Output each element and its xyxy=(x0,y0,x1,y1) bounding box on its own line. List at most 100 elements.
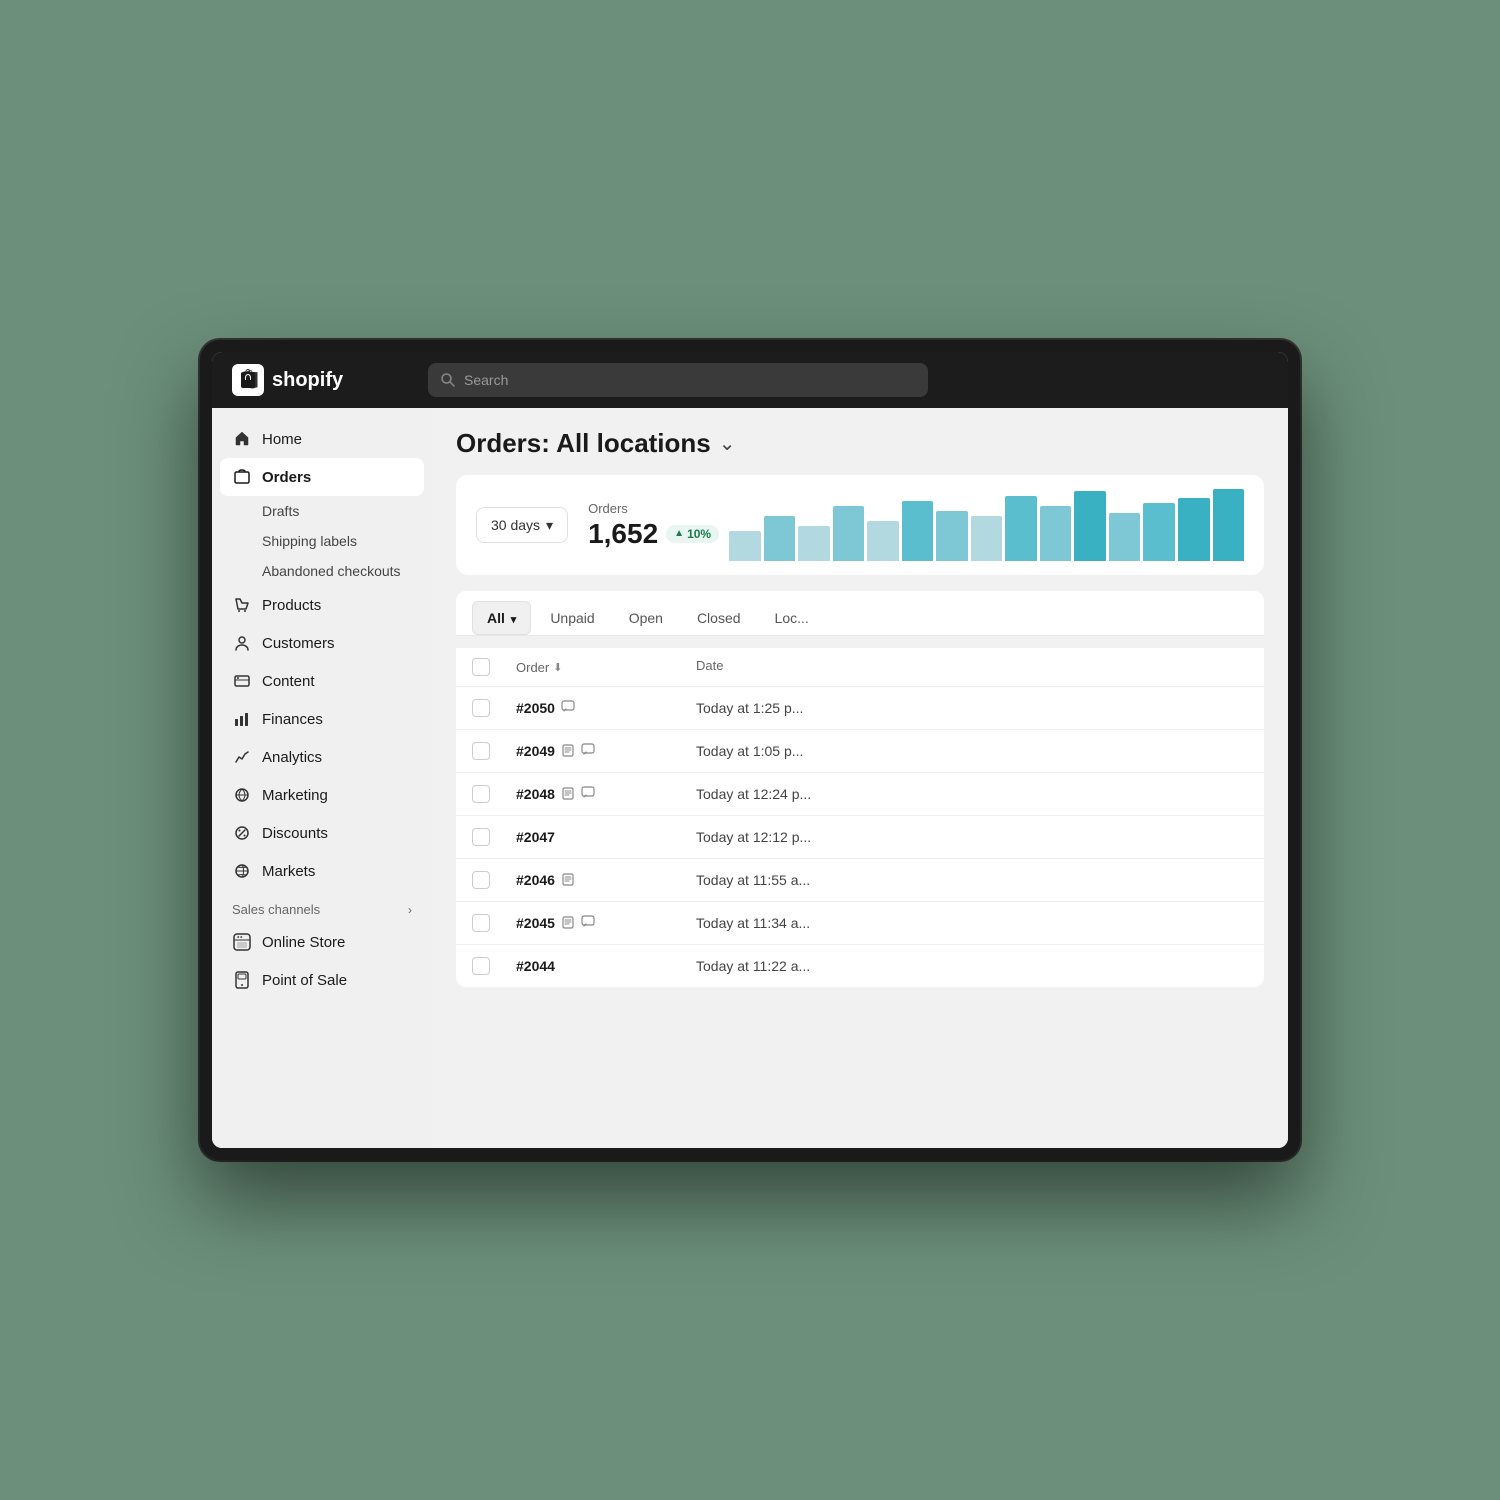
drafts-label: Drafts xyxy=(262,503,299,519)
laptop-wrapper: shopify Search xyxy=(150,150,1350,1350)
header-checkbox-col xyxy=(472,658,516,676)
header-order-col[interactable]: Order ⬇ xyxy=(516,658,696,676)
row-checkbox[interactable] xyxy=(472,742,490,760)
stats-card: 30 days ▾ Orders 1,652 ▲ 10% xyxy=(456,475,1264,575)
markets-icon xyxy=(232,861,252,881)
orders-label: Orders xyxy=(588,501,719,516)
sidebar-label-discounts: Discounts xyxy=(262,825,328,842)
home-icon xyxy=(232,429,252,449)
sidebar-label-products: Products xyxy=(262,597,321,614)
sidebar-item-orders[interactable]: Orders xyxy=(220,458,424,496)
filter-tab-unpaid[interactable]: Unpaid xyxy=(535,601,609,635)
row-checkbox[interactable] xyxy=(472,785,490,803)
order-status-icon xyxy=(581,743,595,760)
main-area: Home Orders Drafts xyxy=(212,408,1288,1148)
date-cell: Today at 12:24 p... xyxy=(696,786,1248,802)
row-checkbox[interactable] xyxy=(472,828,490,846)
table-row[interactable]: #2046Today at 11:55 a... xyxy=(456,859,1264,902)
filter-tab-open[interactable]: Open xyxy=(614,601,678,635)
chart-bar xyxy=(1109,513,1141,561)
sidebar-subitem-drafts[interactable]: Drafts xyxy=(220,496,424,526)
chart-bar xyxy=(902,501,934,561)
sidebar-item-home[interactable]: Home xyxy=(220,420,424,458)
row-checkbox[interactable] xyxy=(472,914,490,932)
order-status-icon xyxy=(561,915,575,932)
filter-tab-local[interactable]: Loc... xyxy=(760,601,824,635)
sidebar-item-online-store[interactable]: Online Store xyxy=(220,923,424,961)
order-cell: #2044 xyxy=(516,958,696,974)
sidebar-item-marketing[interactable]: Marketing xyxy=(220,776,424,814)
chart-bar xyxy=(971,516,1003,561)
chart-bar xyxy=(729,531,761,561)
orders-table: Order ⬇ Date #2050 Today at 1:25 p... #204… xyxy=(456,648,1264,987)
search-icon xyxy=(440,372,456,388)
sidebar-label-pos: Point of Sale xyxy=(262,972,347,989)
row-checkbox[interactable] xyxy=(472,957,490,975)
shopify-logo-icon xyxy=(232,364,264,396)
sidebar-item-pos[interactable]: Point of Sale xyxy=(220,961,424,999)
page-title: Orders: All locations xyxy=(456,428,711,459)
marketing-icon xyxy=(232,785,252,805)
sales-channels-label: Sales channels xyxy=(232,902,320,917)
order-number: #2049 xyxy=(516,743,555,759)
sidebar-label-orders: Orders xyxy=(262,469,311,486)
order-number: #2046 xyxy=(516,872,555,888)
sales-channels-chevron[interactable]: › xyxy=(408,903,412,917)
table-row[interactable]: #2047Today at 12:12 p... xyxy=(456,816,1264,859)
row-checkbox[interactable] xyxy=(472,699,490,717)
sidebar-label-content: Content xyxy=(262,673,315,690)
page-title-dropdown[interactable]: ⌄ xyxy=(719,431,736,456)
filter-tab-all[interactable]: All ▾ xyxy=(472,601,531,635)
pos-icon xyxy=(232,970,252,990)
sidebar-item-finances[interactable]: Finances xyxy=(220,700,424,738)
orders-value: 1,652 xyxy=(588,518,658,550)
sidebar-label-marketing: Marketing xyxy=(262,787,328,804)
table-row[interactable]: #2050 Today at 1:25 p... xyxy=(456,687,1264,730)
logo-area: shopify xyxy=(232,364,412,396)
sidebar-item-discounts[interactable]: Discounts xyxy=(220,814,424,852)
order-number: #2050 xyxy=(516,700,555,716)
chart-bar xyxy=(833,506,865,561)
date-range-label: 30 days xyxy=(491,517,540,533)
customers-icon xyxy=(232,633,252,653)
sidebar-subitem-abandoned[interactable]: Abandoned checkouts xyxy=(220,556,424,586)
sidebar-item-products[interactable]: Products xyxy=(220,586,424,624)
table-row[interactable]: #2044Today at 11:22 a... xyxy=(456,945,1264,987)
sidebar-item-markets[interactable]: Markets xyxy=(220,852,424,890)
date-cell: Today at 1:25 p... xyxy=(696,700,1248,716)
sidebar-subitem-shipping[interactable]: Shipping labels xyxy=(220,526,424,556)
select-all-checkbox[interactable] xyxy=(472,658,490,676)
sidebar: Home Orders Drafts xyxy=(212,408,432,1148)
table-body: #2050 Today at 1:25 p... #2049 Today at 1:0… xyxy=(456,687,1264,987)
sidebar-item-content[interactable]: Content xyxy=(220,662,424,700)
order-status-icon xyxy=(561,700,575,717)
sidebar-label-customers: Customers xyxy=(262,635,335,652)
date-range-selector[interactable]: 30 days ▾ xyxy=(476,507,568,543)
orders-chart xyxy=(719,489,1244,561)
row-checkbox[interactable] xyxy=(472,871,490,889)
order-cell: #2048 xyxy=(516,786,696,803)
chart-bar xyxy=(798,526,830,561)
finances-icon xyxy=(232,709,252,729)
sidebar-item-customers[interactable]: Customers xyxy=(220,624,424,662)
search-bar[interactable]: Search xyxy=(428,363,928,397)
date-cell: Today at 11:22 a... xyxy=(696,958,1248,974)
table-row[interactable]: #2045Today at 11:34 a... xyxy=(456,902,1264,945)
table-row[interactable]: #2048 Today at 12:24 p... xyxy=(456,773,1264,816)
table-row[interactable]: #2049 Today at 1:05 p... xyxy=(456,730,1264,773)
order-number: #2045 xyxy=(516,915,555,931)
order-status-icon xyxy=(581,915,595,932)
order-number: #2048 xyxy=(516,786,555,802)
all-tab-chevron: ▾ xyxy=(511,614,517,626)
sales-channels-section: Sales channels › xyxy=(220,890,424,923)
date-header-label: Date xyxy=(696,658,723,673)
filter-tab-closed[interactable]: Closed xyxy=(682,601,756,635)
date-range-chevron: ▾ xyxy=(546,517,553,534)
orders-icon xyxy=(232,467,252,487)
date-cell: Today at 1:05 p... xyxy=(696,743,1248,759)
chart-bar xyxy=(936,511,968,561)
sidebar-item-analytics[interactable]: Analytics xyxy=(220,738,424,776)
stats-numbers: Orders 1,652 ▲ 10% xyxy=(588,501,719,550)
sidebar-label-home: Home xyxy=(262,431,302,448)
date-cell: Today at 12:12 p... xyxy=(696,829,1248,845)
